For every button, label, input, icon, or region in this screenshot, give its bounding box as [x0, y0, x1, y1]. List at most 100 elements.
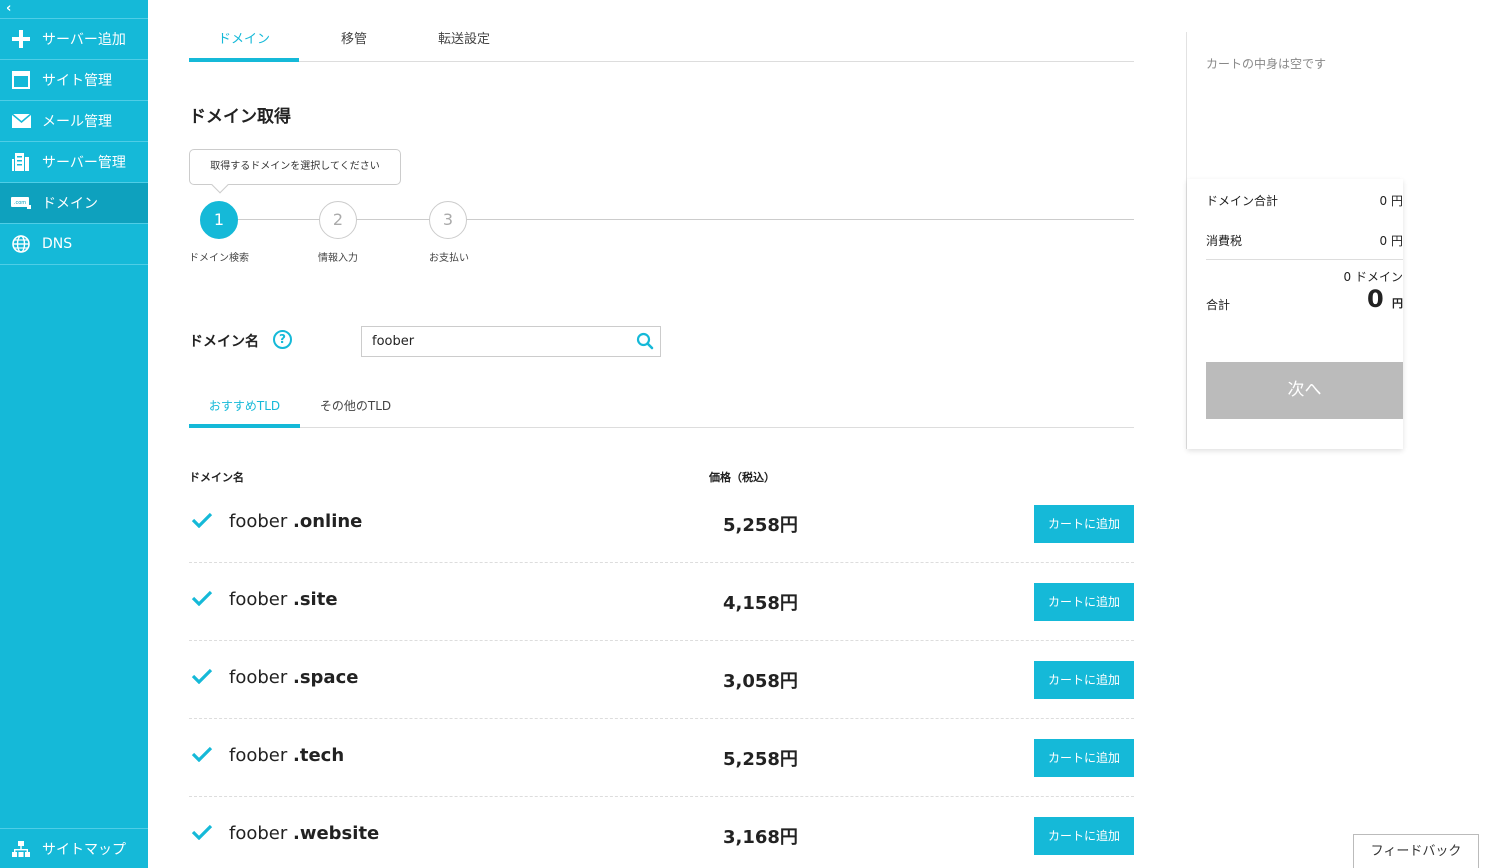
domain-name: foober .site	[229, 589, 338, 610]
sidebar-item-mail[interactable]: メール管理	[0, 101, 148, 142]
svg-text:.com: .com	[14, 200, 26, 206]
sidebar-nav: サーバー追加 サイト管理 メール管理 サーバー管理 .com ドメイン DNS	[0, 18, 148, 265]
table-row: foober .space 3,058円 カートに追加	[189, 641, 1134, 719]
table-row: foober .site 4,158円 カートに追加	[189, 563, 1134, 641]
sidebar-item-label: DNS	[42, 236, 73, 252]
tab-domain[interactable]: ドメイン	[189, 28, 299, 62]
sidebar-item-site[interactable]: サイト管理	[0, 60, 148, 101]
sidebar-item-server[interactable]: サーバー管理	[0, 142, 148, 183]
domain-price: 3,058円	[723, 671, 798, 692]
domain-base: foober	[229, 823, 288, 844]
step-line	[229, 219, 1134, 220]
add-to-cart-button[interactable]: カートに追加	[1034, 817, 1134, 855]
domain-name: foober .space	[229, 667, 358, 688]
sitemap-label: サイトマップ	[42, 841, 126, 858]
step-3-label: お支払い	[429, 253, 469, 264]
domain-price: 3,168円	[723, 827, 798, 848]
step-tooltip: 取得するドメインを選択してください	[189, 149, 401, 194]
sidebar-item-label: サイト管理	[42, 73, 112, 89]
step-1-circle: 1	[200, 201, 238, 239]
domain-base: foober	[229, 745, 288, 766]
table-row: foober .tech 5,258円 カートに追加	[189, 719, 1134, 797]
domain-search-input[interactable]	[362, 327, 622, 356]
cart-summary: ドメイン合計 0 円 消費税 0 円 0 ドメイン 合計 0 円 次へ	[1187, 179, 1403, 449]
domain-name-label: ドメイン名	[189, 334, 259, 350]
domain-total-value: 0 円	[1379, 194, 1403, 208]
sidebar-item-sitemap[interactable]: サイトマップ	[0, 828, 148, 868]
step-3-circle: 3	[429, 201, 467, 239]
tab-transfer[interactable]: 移管	[299, 28, 409, 62]
mail-icon	[0, 114, 42, 128]
total-value: 0 円	[1367, 285, 1403, 313]
total-unit: 円	[1392, 297, 1403, 310]
add-to-cart-button[interactable]: カートに追加	[1034, 739, 1134, 777]
sidebar-item-server-add[interactable]: サーバー追加	[0, 19, 148, 60]
collapse-sidebar-icon[interactable]: ‹	[6, 2, 18, 16]
tab-other-tld[interactable]: その他のTLD	[300, 393, 411, 428]
check-icon	[191, 512, 213, 532]
domain-name: foober .tech	[229, 745, 344, 766]
window-icon	[0, 71, 42, 89]
domain-tld: .site	[293, 589, 338, 610]
server-icon	[0, 153, 42, 171]
step-2-circle: 2	[319, 201, 357, 239]
sidebar-item-label: メール管理	[42, 114, 112, 130]
domain-price: 5,258円	[723, 749, 798, 770]
add-to-cart-button[interactable]: カートに追加	[1034, 505, 1134, 543]
check-icon	[191, 746, 213, 766]
domain-tld: .online	[293, 511, 363, 532]
check-icon	[191, 824, 213, 844]
globe-icon	[0, 235, 42, 253]
cart-empty-text: カートの中身は空です	[1206, 57, 1327, 71]
domain-name: foober .online	[229, 511, 362, 532]
add-to-cart-button[interactable]: カートに追加	[1034, 583, 1134, 621]
tab-bar: ドメイン 移管 転送設定	[189, 28, 1134, 62]
next-button[interactable]: 次へ	[1206, 362, 1403, 419]
tooltip-arrow	[211, 176, 229, 194]
table-row: foober .website 3,168円 カートに追加	[189, 797, 1134, 868]
step-2-label: 情報入力	[318, 253, 358, 264]
domain-tld: .website	[293, 823, 380, 844]
sidebar-item-dns[interactable]: DNS	[0, 224, 148, 265]
domain-price: 4,158円	[723, 593, 798, 614]
sidebar-item-label: ドメイン	[42, 196, 98, 212]
cart-panel: カートの中身は空です ドメイン合計 0 円 消費税 0 円 0 ドメイン 合計 …	[1186, 32, 1403, 449]
domain-tld: .tech	[293, 745, 345, 766]
plus-icon	[0, 29, 42, 49]
tooltip-text: 取得するドメインを選択してください	[210, 161, 380, 172]
domain-total-row: ドメイン合計 0 円	[1206, 192, 1403, 209]
app-root: ‹ サーバー追加 サイト管理 メール管理 サーバー管理 .com ドメイン DN…	[0, 0, 1510, 868]
column-header-price: 価格（税込）	[709, 471, 775, 484]
search-icon[interactable]	[636, 332, 654, 354]
help-icon[interactable]: ?	[273, 330, 292, 349]
summary-divider	[1206, 259, 1403, 260]
feedback-button[interactable]: フィードバック	[1353, 834, 1479, 868]
domain-tld: .space	[293, 667, 359, 688]
sidebar-item-domain[interactable]: .com ドメイン	[0, 183, 148, 224]
domain-count: 0 ドメイン	[1343, 270, 1403, 284]
tax-value: 0 円	[1379, 234, 1403, 248]
page-title: ドメイン取得	[189, 107, 291, 127]
domain-search-box	[361, 326, 661, 357]
check-icon	[191, 668, 213, 688]
tld-tab-bar: おすすめTLD その他のTLD	[189, 393, 1134, 428]
column-header-domain: ドメイン名	[189, 471, 244, 484]
tab-forwarding[interactable]: 転送設定	[409, 28, 519, 62]
domain-base: foober	[229, 511, 288, 532]
add-to-cart-button[interactable]: カートに追加	[1034, 661, 1134, 699]
total-amount: 0	[1366, 285, 1384, 313]
tax-row: 消費税 0 円	[1206, 232, 1403, 249]
sidebar-item-label: サーバー追加	[42, 32, 126, 48]
tax-label: 消費税	[1206, 234, 1243, 248]
tab-recommended-tld[interactable]: おすすめTLD	[189, 393, 300, 428]
total-label: 合計	[1206, 298, 1231, 312]
check-icon	[191, 590, 213, 610]
domain-base: foober	[229, 667, 288, 688]
domain-icon: .com	[0, 197, 42, 209]
sidebar-item-label: サーバー管理	[42, 155, 126, 171]
table-row: foober .online 5,258円 カートに追加	[189, 485, 1134, 563]
step-1-label: ドメイン検索	[189, 253, 249, 264]
domain-base: foober	[229, 589, 288, 610]
domain-name: foober .website	[229, 823, 379, 844]
sitemap-icon	[0, 840, 42, 857]
